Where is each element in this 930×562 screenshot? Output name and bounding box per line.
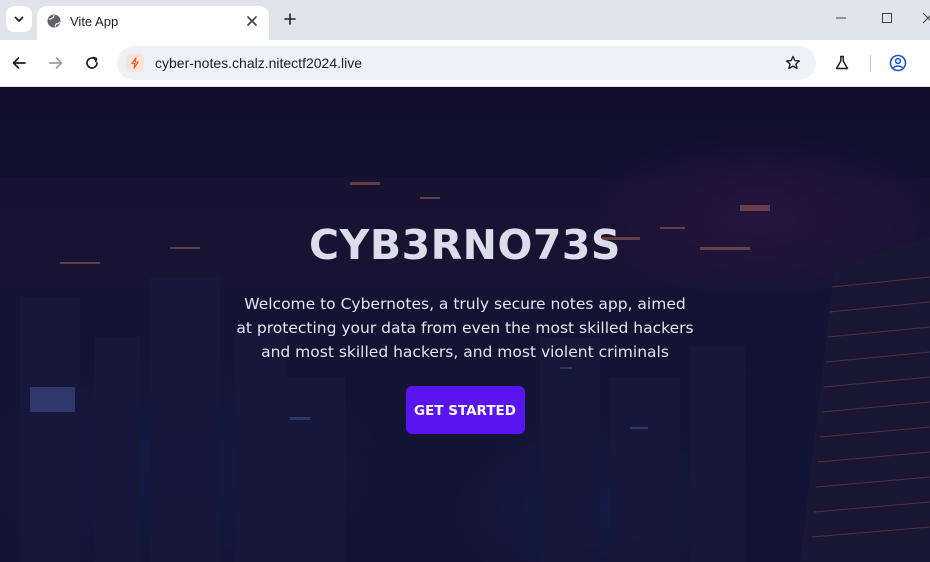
site-info-button[interactable] xyxy=(126,54,144,72)
plus-icon xyxy=(284,13,296,25)
tab-title: Vite App xyxy=(70,14,119,29)
back-button[interactable] xyxy=(9,53,29,73)
new-tab-button[interactable] xyxy=(280,9,300,29)
url-text: cyber-notes.chalz.nitectf2024.live xyxy=(155,55,362,71)
minimize-icon xyxy=(836,17,846,19)
browser-tab[interactable]: Vite App xyxy=(37,6,269,40)
close-icon xyxy=(922,12,930,24)
arrow-left-icon xyxy=(12,57,26,69)
hero-title: CYB3RNO73S xyxy=(309,221,621,269)
close-icon xyxy=(247,16,257,26)
reload-icon xyxy=(86,56,98,69)
chevron-down-icon xyxy=(14,16,24,22)
browser-toolbar: cyber-notes.chalz.nitectf2024.live xyxy=(0,40,930,87)
forward-button[interactable] xyxy=(46,53,66,73)
address-bar[interactable]: cyber-notes.chalz.nitectf2024.live xyxy=(117,46,816,80)
tab-strip: Vite App xyxy=(0,0,930,40)
hero-subtitle: Welcome to Cybernotes, a truly secure no… xyxy=(236,295,694,361)
close-tab-button[interactable] xyxy=(243,12,261,30)
star-icon xyxy=(786,55,800,70)
reload-button[interactable] xyxy=(82,53,102,73)
toolbar-divider xyxy=(870,55,871,72)
hero-section: CYB3RNO73S Welcome to Cybernotes, a trul… xyxy=(0,225,930,434)
get-started-button[interactable]: GET STARTED xyxy=(405,386,525,434)
page-viewport: CYB3RNO73S Welcome to Cybernotes, a trul… xyxy=(0,87,930,562)
labs-button[interactable] xyxy=(832,53,852,73)
profile-button[interactable] xyxy=(887,52,909,74)
bookmark-button[interactable] xyxy=(784,54,802,72)
tab-search-button[interactable] xyxy=(6,6,32,32)
close-window-button[interactable] xyxy=(922,10,930,26)
flask-icon xyxy=(835,55,849,70)
arrow-right-icon xyxy=(49,57,63,69)
globe-icon xyxy=(47,14,61,28)
maximize-button[interactable] xyxy=(879,10,895,26)
person-circle-icon xyxy=(889,54,907,72)
maximize-icon xyxy=(882,13,892,23)
minimize-button[interactable] xyxy=(833,10,849,26)
vite-icon xyxy=(131,57,139,69)
